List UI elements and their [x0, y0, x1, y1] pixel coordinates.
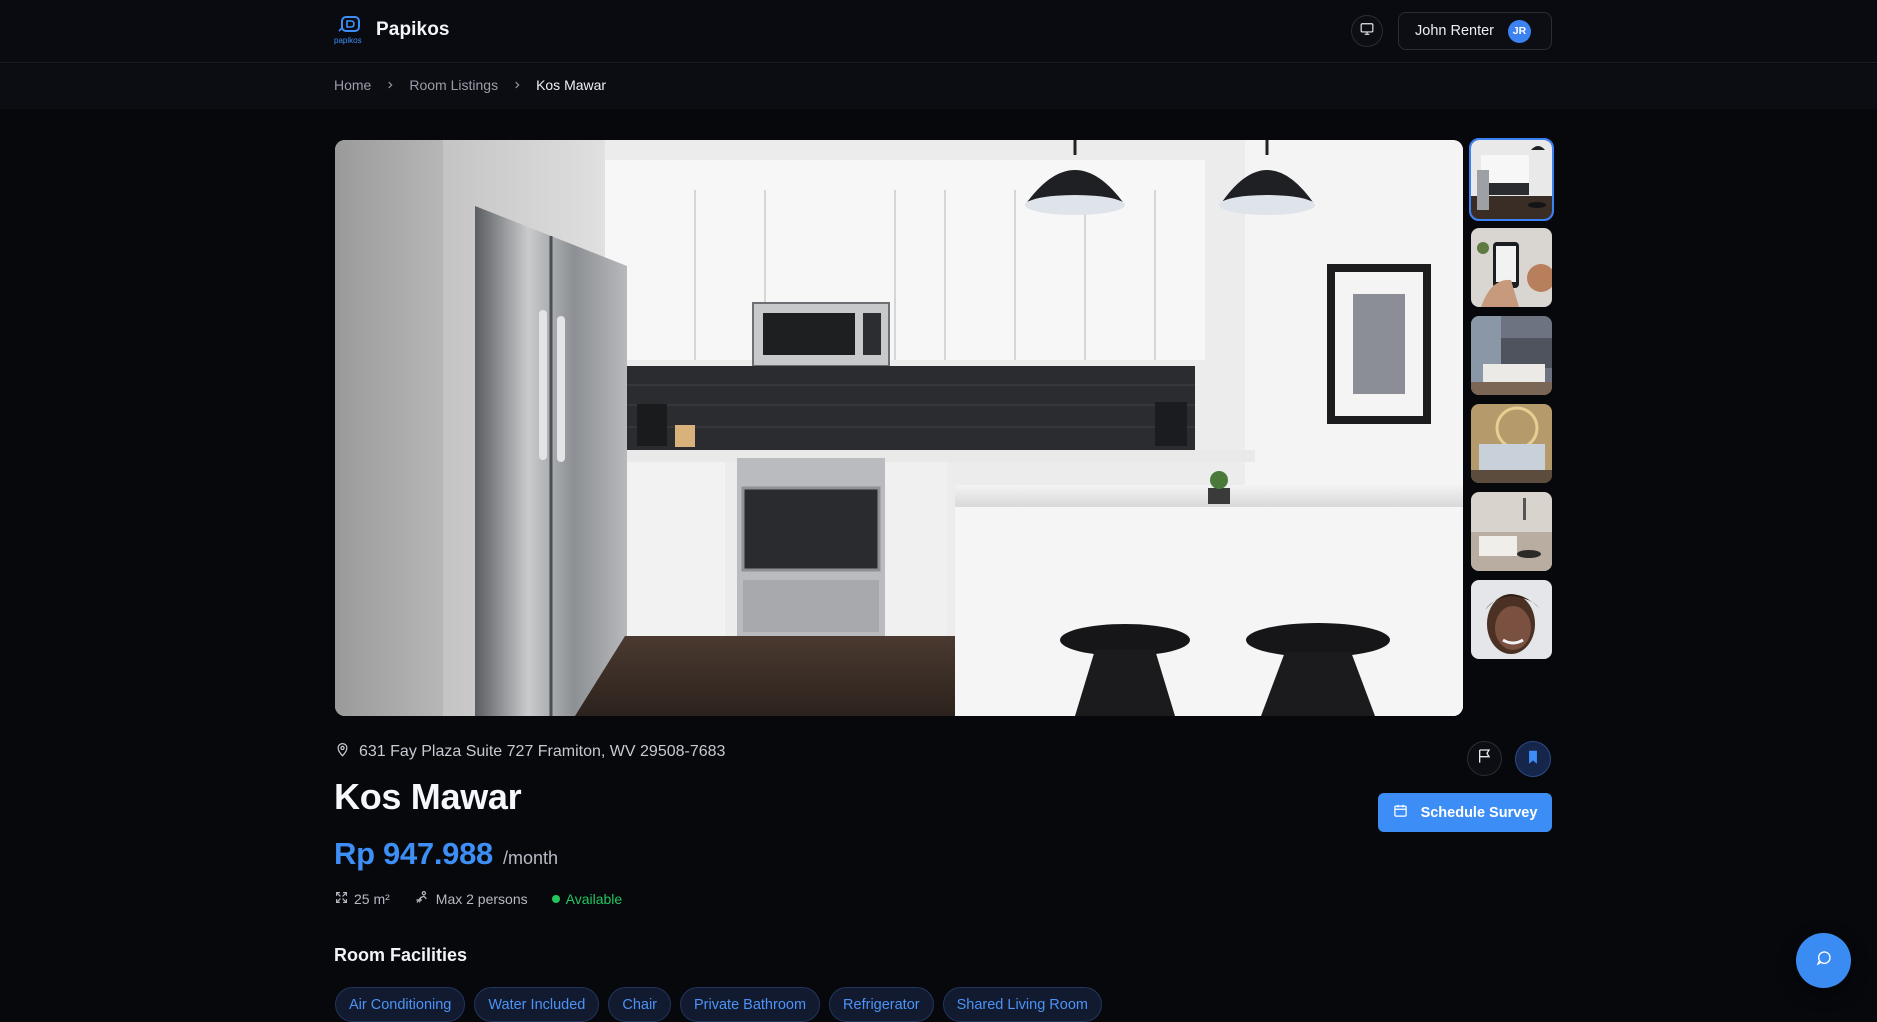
top-navbar: papikos Papikos John Renter JR — [0, 0, 1877, 63]
flag-icon — [1477, 748, 1493, 769]
papikos-logo-icon: papikos — [334, 15, 368, 45]
user-name: John Renter — [1415, 23, 1494, 39]
price: Rp 947.988 — [334, 836, 493, 871]
status-text: Available — [565, 891, 623, 907]
chevron-right-icon — [385, 78, 395, 93]
calendar-icon — [1393, 803, 1408, 822]
schedule-label: Schedule Survey — [1420, 804, 1538, 821]
thumbnail-phone[interactable] — [1471, 228, 1552, 307]
thumbnail-bedroom-blue[interactable] — [1471, 316, 1552, 395]
thumbnail-living-room[interactable] — [1471, 492, 1552, 571]
facility-chip: Air Conditioning — [335, 987, 466, 1022]
chevron-right-icon — [512, 78, 522, 93]
capacity-spec: Max 2 persons — [414, 890, 528, 908]
schedule-survey-button[interactable]: Schedule Survey — [1378, 793, 1552, 832]
person-icon — [414, 890, 430, 908]
breadcrumb-bar: Home Room Listings Kos Mawar — [0, 64, 1877, 109]
logo-caption: papikos — [334, 36, 362, 45]
expand-icon — [335, 891, 348, 907]
breadcrumb-room-listings[interactable]: Room Listings — [409, 77, 498, 93]
address-text: 631 Fay Plaza Suite 727 Framiton, WV 295… — [359, 743, 726, 760]
theme-toggle-button[interactable] — [1351, 15, 1383, 47]
brand[interactable]: papikos Papikos — [334, 15, 450, 45]
chat-button[interactable] — [1796, 933, 1851, 988]
facility-chip: Private Bathroom — [680, 987, 821, 1022]
breadcrumb: Home Room Listings Kos Mawar — [334, 77, 606, 93]
thumbnail-strip — [1469, 138, 1554, 668]
facility-chip: Chair — [608, 987, 672, 1022]
breadcrumb-home[interactable]: Home — [334, 77, 371, 93]
listing-address: 631 Fay Plaza Suite 727 Framiton, WV 295… — [335, 742, 725, 762]
price-unit: /month — [503, 848, 559, 868]
thumbnail-portrait[interactable] — [1471, 580, 1552, 659]
bookmark-icon — [1526, 749, 1540, 770]
map-pin-icon — [335, 742, 350, 762]
facility-chip: Refrigerator — [829, 987, 934, 1022]
status-badge: Available — [551, 891, 623, 907]
listing-title: Kos Mawar — [334, 776, 522, 817]
report-button[interactable] — [1467, 741, 1502, 776]
size-value: 25 m² — [354, 891, 390, 907]
breadcrumb-current: Kos Mawar — [536, 77, 607, 93]
listing-specs: 25 m² Max 2 persons Available — [335, 890, 622, 908]
facility-chip: Shared Living Room — [942, 987, 1102, 1022]
brand-name: Papikos — [376, 19, 450, 40]
capacity-value: Max 2 persons — [435, 891, 528, 907]
facility-chip: Water Included — [474, 987, 600, 1022]
facilities-heading: Room Facilities — [334, 945, 468, 965]
page: papikos Papikos John Renter JR Home Room… — [0, 0, 1877, 1022]
chat-icon — [1816, 950, 1832, 971]
avatar: JR — [1508, 19, 1531, 43]
price-row: Rp 947.988 /month — [334, 836, 558, 872]
facilities-list: Air Conditioning Water Included Chair Pr… — [335, 987, 1102, 1022]
size-spec: 25 m² — [335, 891, 390, 907]
thumbnail-kitchen[interactable] — [1469, 138, 1554, 221]
main-photo[interactable] — [335, 140, 1463, 716]
thumbnail-bedroom-gold[interactable] — [1471, 404, 1552, 483]
user-menu-button[interactable]: John Renter JR — [1398, 12, 1552, 50]
status-dot-icon — [551, 895, 560, 903]
monitor-icon — [1360, 22, 1374, 41]
bookmark-button[interactable] — [1515, 741, 1551, 777]
